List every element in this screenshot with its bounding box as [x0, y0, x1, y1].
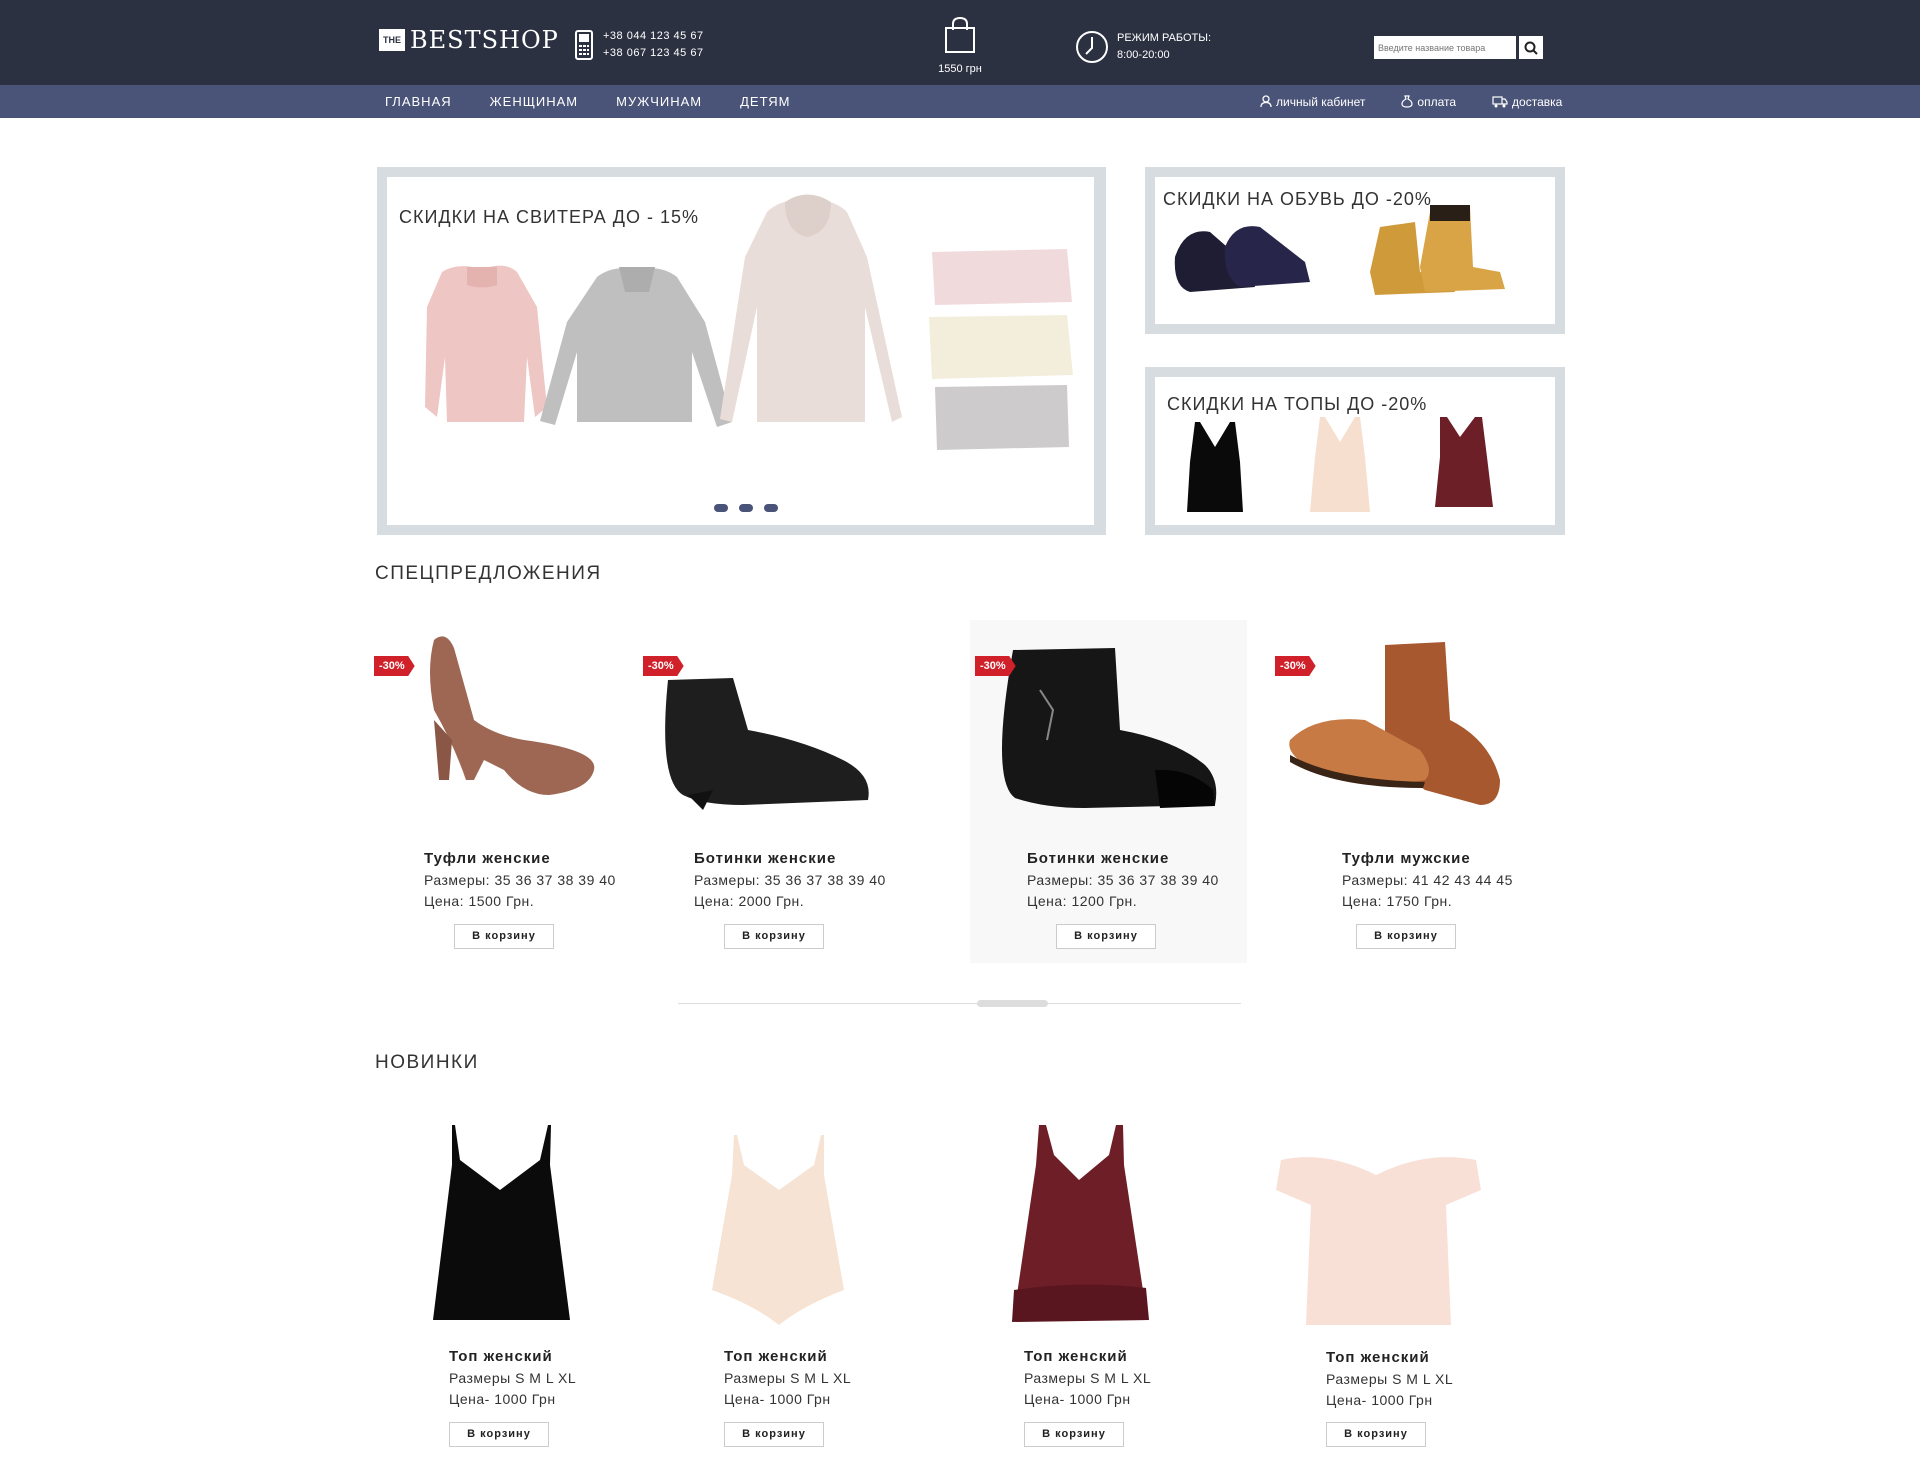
product-price: Цена: 1500 Грн. — [424, 893, 535, 909]
banner-dots — [714, 504, 789, 512]
banner-shoes[interactable]: СКИДКИ НА ОБУВЬ ДО -20% — [1145, 167, 1565, 334]
logo-the: THE — [379, 29, 405, 51]
product-name[interactable]: Ботинки женские — [694, 850, 836, 867]
product-price: Цена- 1000 Грн — [724, 1391, 831, 1407]
product-name[interactable]: Туфли женские — [424, 850, 551, 867]
nav-link-account[interactable]: личный кабинет — [1260, 95, 1365, 109]
product-price: Цена: 1200 Грн. — [1027, 893, 1138, 909]
product-sizes: Размеры S M L XL — [724, 1370, 852, 1386]
product-card[interactable]: Топ женский Размеры S M L XL Цена- 1000 … — [974, 1120, 1234, 1450]
product-sizes: Размеры: 35 36 37 38 39 40 — [424, 872, 616, 888]
discount-badge: -30% — [1275, 656, 1316, 676]
product-image-zip-boots — [1001, 648, 1217, 808]
discount-badge: -30% — [374, 656, 415, 676]
add-to-cart-button[interactable]: В корзину — [1356, 924, 1456, 949]
nav-item-kids[interactable]: ДЕТЯМ — [740, 94, 790, 109]
main-nav: ГЛАВНАЯ ЖЕНЩИНАМ МУЖЧИНАМ ДЕТЯМ личный к… — [0, 85, 1920, 118]
product-name[interactable]: Туфли мужские — [1342, 850, 1471, 867]
new-arrivals-title: НОВИНКИ — [375, 1052, 479, 1073]
user-icon — [1260, 95, 1272, 108]
product-price: Цена: 1750 Грн. — [1342, 893, 1453, 909]
special-offers-title: СПЕЦПРЕДЛОЖЕНИЯ — [375, 563, 602, 584]
banner-dot-2[interactable] — [739, 504, 753, 512]
top-header: THE BESTSHOP +38 044 123 45 67 +38 067 1… — [0, 0, 1920, 85]
carousel-scrollbar-thumb[interactable] — [977, 1000, 1048, 1007]
nav-item-home[interactable]: ГЛАВНАЯ — [385, 94, 452, 109]
search-input[interactable] — [1374, 36, 1516, 59]
phone-number-2[interactable]: +38 067 123 45 67 — [603, 45, 704, 62]
money-icon — [1401, 95, 1414, 108]
cart-total: 1550 грн — [938, 63, 982, 75]
shopping-bag-icon — [945, 16, 975, 53]
discount-badge: -30% — [975, 656, 1016, 676]
nav-item-men[interactable]: МУЖЧИНАМ — [616, 94, 702, 109]
clock-icon — [1076, 31, 1108, 63]
cart-button[interactable]: 1550 грн — [930, 16, 990, 75]
product-card[interactable]: -30% Ботинки женские Размеры: 35 36 37 3… — [975, 630, 1235, 950]
hours-value: 8:00-20:00 — [1117, 49, 1170, 61]
add-to-cart-button[interactable]: В корзину — [1326, 1422, 1426, 1447]
product-price: Цена: 2000 Грн. — [694, 893, 805, 909]
nav-link-delivery-label: доставка — [1512, 94, 1563, 109]
banner-tops[interactable]: СКИДКИ НА ТОПЫ ДО -20% — [1145, 367, 1565, 535]
working-hours: РЕЖИМ РАБОТЫ: 8:00-20:00 — [1075, 30, 1211, 64]
product-image-chukka-boots — [1289, 642, 1500, 805]
product-sizes: Размеры S M L XL — [449, 1370, 577, 1386]
shoes-illustration — [1174, 205, 1505, 295]
product-sizes: Размеры: 35 36 37 38 39 40 — [694, 872, 886, 888]
product-price: Цена- 1000 Грн — [449, 1391, 556, 1407]
add-to-cart-button[interactable]: В корзину — [1024, 1422, 1124, 1447]
product-image-burgundy-top — [1012, 1125, 1149, 1322]
product-name[interactable]: Топ женский — [1326, 1349, 1430, 1366]
sweaters-illustration — [425, 194, 1073, 450]
product-card[interactable]: -30% Ботинки женские Размеры: 35 36 37 3… — [643, 630, 903, 950]
product-card[interactable]: -30% Туфли мужские Размеры: 41 42 43 44 … — [1275, 630, 1535, 950]
search-form — [1374, 36, 1543, 59]
logo[interactable]: THE BESTSHOP — [379, 26, 559, 54]
product-image-black-top — [433, 1125, 570, 1320]
phone-icon — [575, 30, 593, 60]
truck-icon — [1492, 95, 1508, 107]
product-image-pumps — [430, 636, 595, 795]
search-icon — [1524, 41, 1538, 55]
hours-label: РЕЖИМ РАБОТЫ: — [1117, 32, 1212, 44]
add-to-cart-button[interactable]: В корзину — [724, 924, 824, 949]
product-name[interactable]: Топ женский — [1024, 1348, 1128, 1365]
nav-link-payment-label: оплата — [1417, 94, 1457, 109]
banner-sweaters[interactable]: СКИДКИ НА СВИТЕРА ДО - 15% — [377, 167, 1106, 535]
nav-link-delivery[interactable]: доставка — [1492, 95, 1562, 109]
product-name[interactable]: Ботинки женские — [1027, 850, 1169, 867]
product-image-cream-top — [712, 1135, 844, 1325]
product-name[interactable]: Топ женский — [724, 1348, 828, 1365]
banner-dot-1[interactable] — [714, 504, 728, 512]
product-price: Цена- 1000 Грн — [1326, 1392, 1433, 1408]
product-sizes: Размеры S M L XL — [1326, 1371, 1454, 1387]
product-price: Цена- 1000 Грн — [1024, 1391, 1131, 1407]
add-to-cart-button[interactable]: В корзину — [724, 1422, 824, 1447]
product-card[interactable]: Топ женский Размеры S M L XL Цена- 1000 … — [400, 1120, 660, 1450]
nav-link-payment[interactable]: оплата — [1401, 95, 1456, 109]
carousel-track — [678, 1003, 1241, 1004]
product-sizes: Размеры: 35 36 37 38 39 40 — [1027, 872, 1219, 888]
product-image-ankle-boots — [665, 678, 869, 810]
nav-link-account-label: личный кабинет — [1276, 94, 1366, 109]
add-to-cart-button[interactable]: В корзину — [449, 1422, 549, 1447]
logo-name: BESTSHOP — [410, 26, 559, 54]
discount-badge: -30% — [643, 656, 684, 676]
banner-dot-3[interactable] — [764, 504, 778, 512]
product-sizes: Размеры S M L XL — [1024, 1370, 1152, 1386]
product-card[interactable]: -30% Туфли женские Размеры: 35 36 37 38 … — [374, 630, 634, 950]
nav-item-women[interactable]: ЖЕНЩИНАМ — [490, 94, 578, 109]
add-to-cart-button[interactable]: В корзину — [1056, 924, 1156, 949]
tops-illustration — [1187, 417, 1493, 512]
add-to-cart-button[interactable]: В корзину — [454, 924, 554, 949]
product-card[interactable]: Топ женский Размеры S M L XL Цена- 1000 … — [1276, 1120, 1536, 1450]
product-name[interactable]: Топ женский — [449, 1348, 553, 1365]
phone-number-1[interactable]: +38 044 123 45 67 — [603, 28, 704, 45]
product-image-bardot-top — [1276, 1157, 1481, 1325]
product-card[interactable]: Топ женский Размеры S M L XL Цена- 1000 … — [674, 1120, 934, 1450]
phone-block: +38 044 123 45 67 +38 067 123 45 67 — [575, 28, 704, 62]
search-button[interactable] — [1519, 36, 1543, 59]
product-sizes: Размеры: 41 42 43 44 45 — [1342, 872, 1513, 888]
